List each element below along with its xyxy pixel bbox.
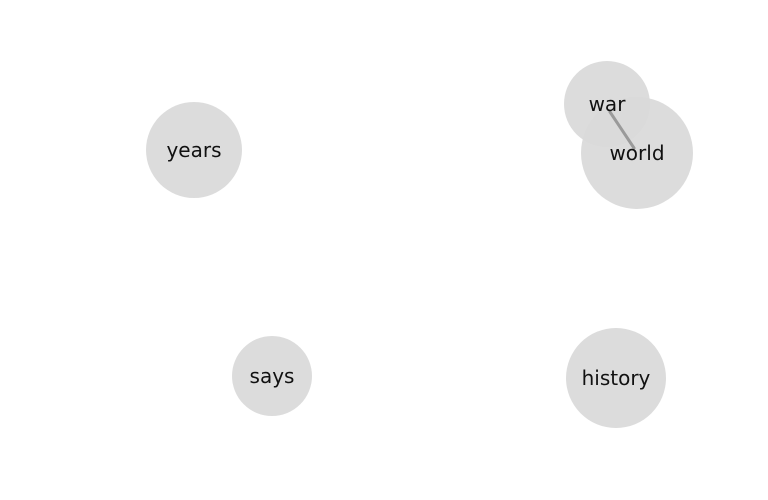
nodes-layer: years says history war world bbox=[146, 61, 693, 428]
node-label-years: years bbox=[166, 138, 221, 162]
node-label-history: history bbox=[582, 366, 651, 390]
node-label-world: world bbox=[609, 141, 664, 165]
node-label-says: says bbox=[250, 364, 295, 388]
node-label-war: war bbox=[589, 92, 627, 116]
word-network-graph: years says history war world bbox=[146, 61, 693, 428]
